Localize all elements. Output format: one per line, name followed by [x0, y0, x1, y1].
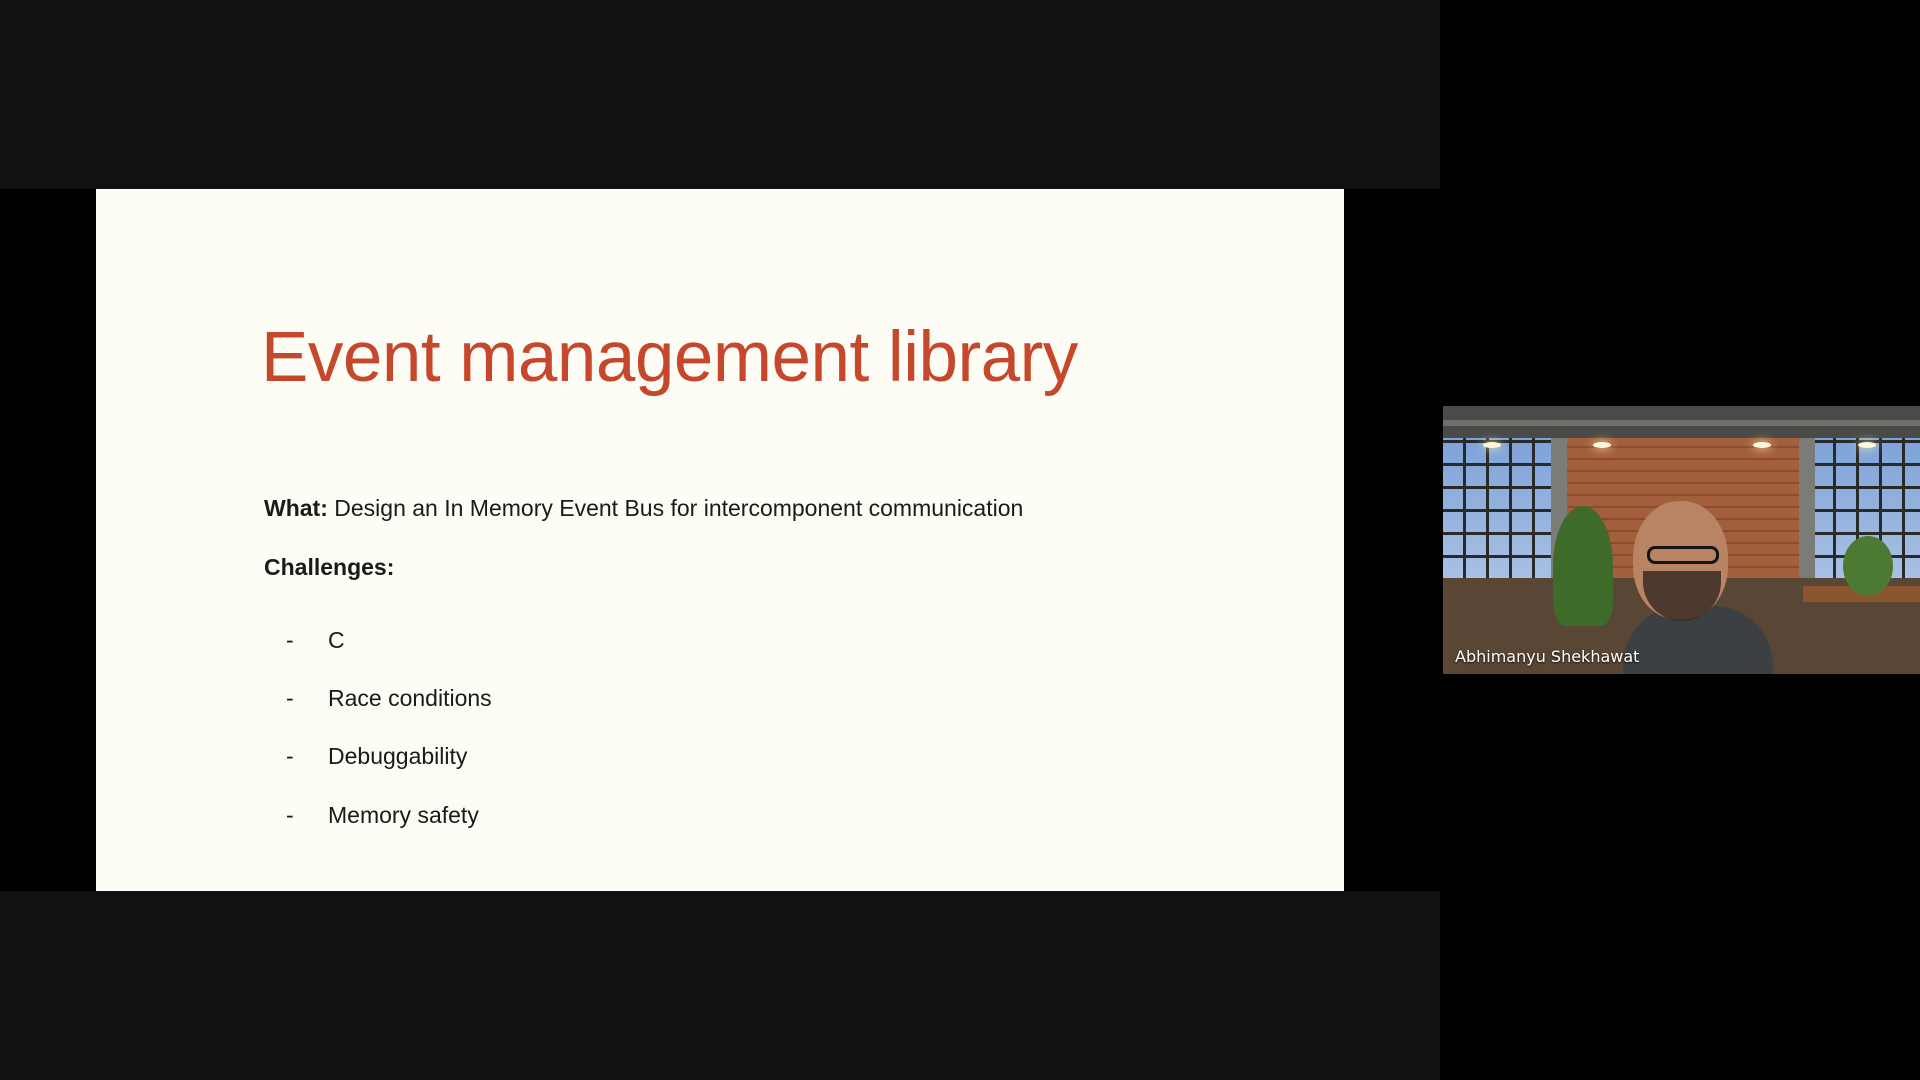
video-lamp — [1483, 442, 1501, 448]
shared-slide: Event management library What: Design an… — [96, 189, 1344, 891]
video-plant — [1843, 536, 1893, 596]
bullet-text: Race conditions — [328, 684, 492, 711]
letterbox-left — [0, 189, 96, 891]
bullet-marker: - — [286, 743, 294, 770]
bullet-marker: - — [286, 626, 294, 653]
video-lamp — [1753, 442, 1771, 448]
presentation-stage: Event management library What: Design an… — [0, 0, 1440, 1080]
bullet-text: Memory safety — [328, 801, 479, 828]
video-window-left — [1443, 438, 1553, 578]
challenges-list: - C - Race conditions - Debuggability - … — [264, 611, 492, 844]
video-lamp — [1858, 442, 1876, 448]
participant-video-tile[interactable]: Abhimanyu Shekhawat — [1443, 406, 1920, 674]
list-item: - Memory safety — [264, 786, 492, 844]
what-label: What: — [264, 495, 328, 521]
bullet-marker: - — [286, 684, 294, 711]
bullet-text: Debuggability — [328, 743, 468, 770]
participant-name: Abhimanyu Shekhawat — [1455, 647, 1640, 666]
letterbox-right — [1344, 189, 1440, 891]
slide-title: Event management library — [261, 318, 1078, 397]
video-plant — [1553, 506, 1613, 626]
what-line: What: Design an In Memory Event Bus for … — [264, 495, 1023, 522]
challenges-label: Challenges: — [264, 554, 395, 580]
video-lamp — [1593, 442, 1611, 448]
list-item: - C — [264, 611, 492, 669]
participant-glasses — [1647, 546, 1719, 564]
bullet-text: C — [328, 626, 345, 653]
bullet-marker: - — [286, 801, 294, 828]
list-item: - Debuggability — [264, 728, 492, 786]
what-text: Design an In Memory Event Bus for interc… — [327, 495, 1024, 521]
video-pipe — [1443, 420, 1920, 426]
list-item: - Race conditions — [264, 669, 492, 727]
